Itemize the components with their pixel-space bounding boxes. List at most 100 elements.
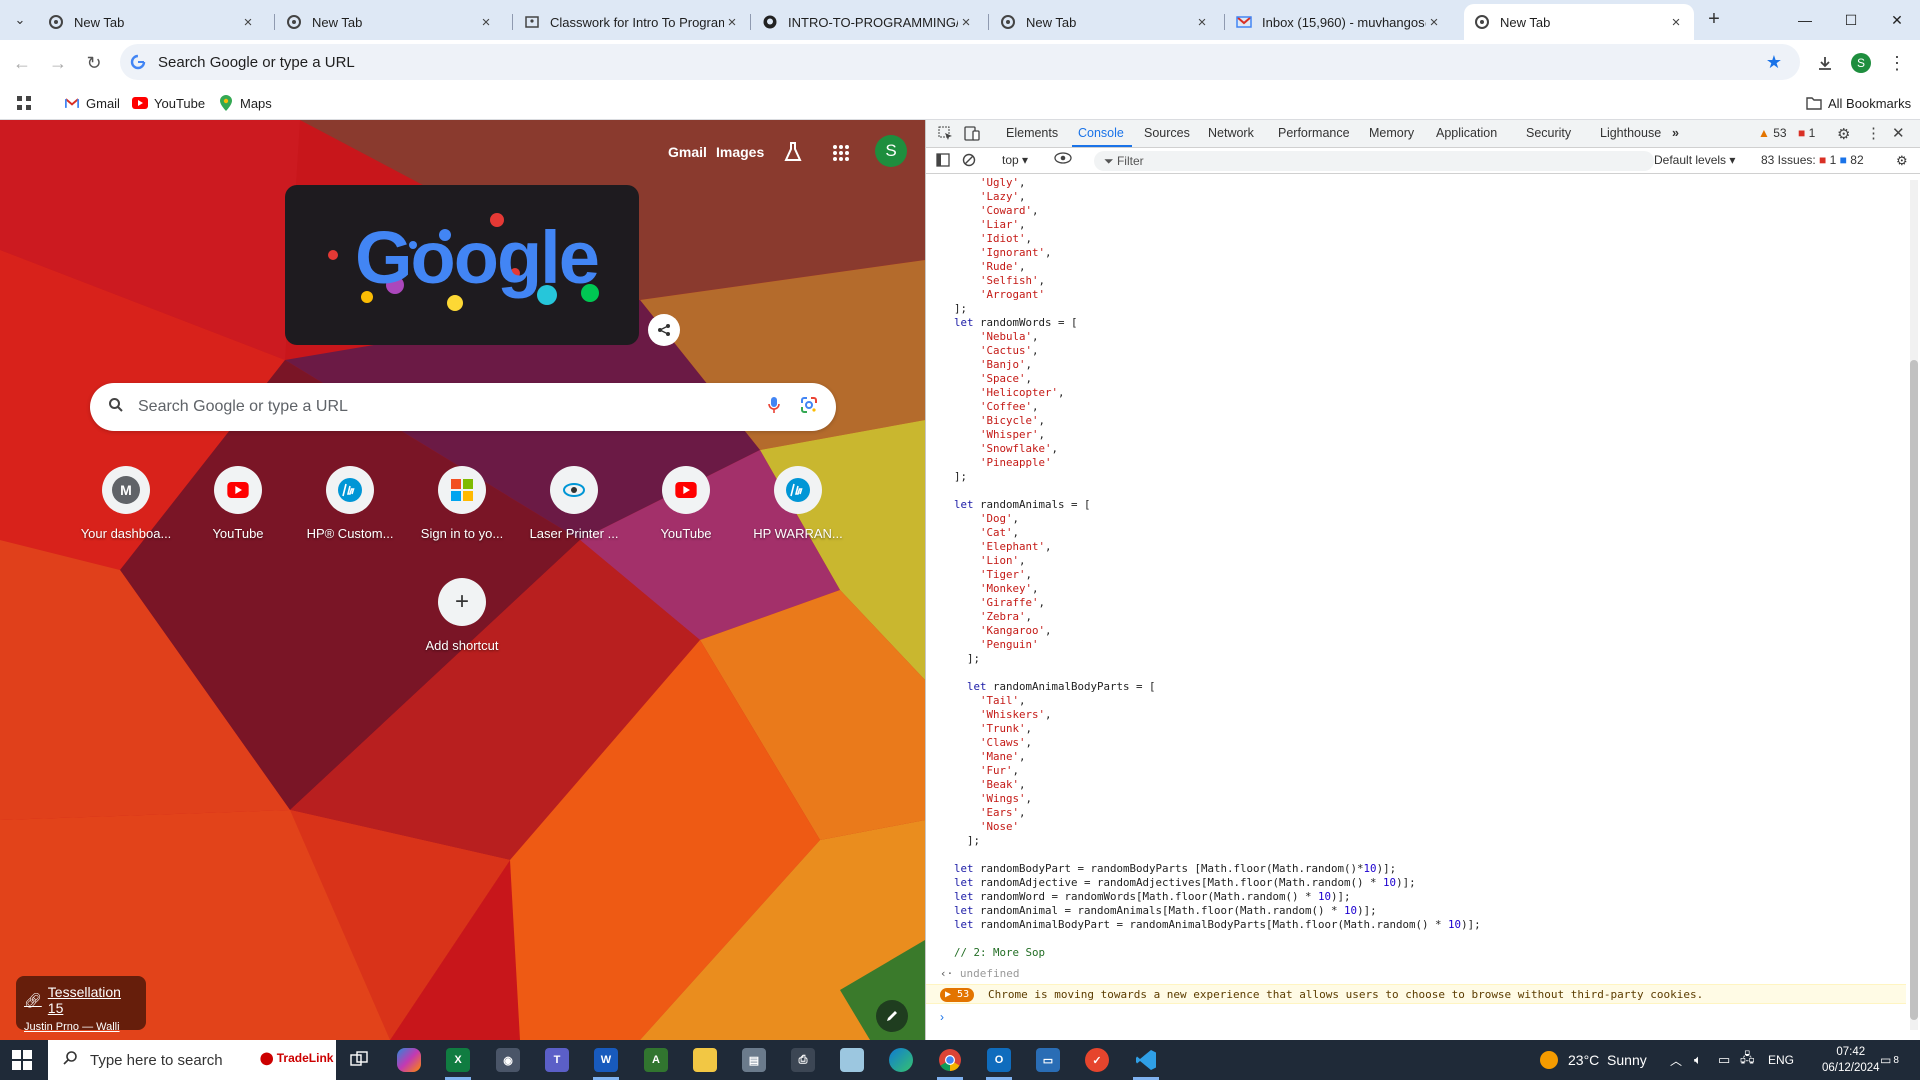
weather-widget[interactable]: 23°C Sunny: [1540, 1040, 1647, 1080]
console-prompt-caret[interactable]: ›: [940, 1010, 944, 1024]
issues-counter[interactable]: 83 Issues: ■ 1 ■ 82: [1761, 153, 1864, 167]
background-attribution[interactable]: 🔗︎ Tessellation 15 Justin Prno — Walli: [16, 976, 146, 1033]
maximize-icon[interactable]: ☐: [1828, 0, 1874, 40]
sidebar-toggle-icon[interactable]: [936, 153, 950, 170]
google-lens-icon[interactable]: [800, 396, 818, 419]
tab[interactable]: New Tab ×: [276, 4, 504, 40]
devtools-tab-console[interactable]: Console: [1078, 126, 1124, 140]
settings-gear-icon[interactable]: ⚙︎: [1837, 125, 1850, 143]
forward-icon[interactable]: →: [46, 51, 70, 75]
close-icon[interactable]: ×: [240, 14, 256, 31]
windows-start-icon[interactable]: [12, 1050, 32, 1070]
add-shortcut-tile[interactable]: + Add shortcut: [406, 578, 518, 668]
tab[interactable]: New Tab ×: [38, 4, 266, 40]
customize-pencil-icon[interactable]: [876, 1000, 908, 1032]
attribution-title[interactable]: 🔗︎ Tessellation 15: [24, 984, 138, 1016]
ntp-images-link[interactable]: Images: [716, 144, 764, 160]
battery-icon[interactable]: ▭: [1718, 1040, 1730, 1080]
project-icon[interactable]: A: [644, 1048, 668, 1072]
devtools-menu-kebab-icon[interactable]: ⋮: [1866, 124, 1881, 142]
shortcut-tile[interactable]: YouTube: [630, 466, 742, 556]
shortcut-tile[interactable]: M Your dashboa...: [70, 466, 182, 556]
ntp-profile-avatar[interactable]: S: [875, 135, 907, 167]
word-icon[interactable]: W: [594, 1048, 618, 1072]
shortcut-tile[interactable]: Sign in to yo...: [406, 466, 518, 556]
shortcut-tile[interactable]: YouTube: [182, 466, 294, 556]
devtools-tab-memory[interactable]: Memory: [1369, 126, 1414, 140]
notifications-icon[interactable]: ▭ 8: [1880, 1040, 1899, 1080]
network-icon[interactable]: 🖧︎: [1740, 1040, 1755, 1080]
taskbar-search-box[interactable]: Type here to search ⬤ TradeLink: [48, 1040, 336, 1080]
bookmark-youtube[interactable]: YouTube: [132, 92, 205, 114]
more-tabs-chevron-icon[interactable]: »: [1672, 126, 1679, 140]
devtools-tab-network[interactable]: Network: [1208, 126, 1254, 140]
antivirus-icon[interactable]: ✓: [1085, 1048, 1109, 1072]
address-bar[interactable]: Search Google or type a URL ★: [120, 44, 1800, 80]
shortcut-tile[interactable]: Laser Printer ...: [518, 466, 630, 556]
devtools-tab-elements[interactable]: Elements: [1006, 126, 1058, 140]
google-apps-icon[interactable]: [832, 144, 850, 167]
devtools-tab-application[interactable]: Application: [1436, 126, 1497, 140]
remote-desktop-icon[interactable]: ▭: [1036, 1048, 1060, 1072]
outlook-icon[interactable]: O: [987, 1048, 1011, 1072]
reload-icon[interactable]: ↻: [82, 51, 106, 75]
tab-active[interactable]: New Tab ×: [1464, 4, 1694, 40]
close-window-icon[interactable]: ✕: [1874, 0, 1920, 40]
close-icon[interactable]: ×: [724, 14, 740, 31]
bookmark-star-icon[interactable]: ★: [1766, 52, 1782, 73]
notepad-icon[interactable]: [840, 1048, 864, 1072]
close-icon[interactable]: ×: [478, 14, 494, 31]
tab[interactable]: INTRO-TO-PROGRAMMING/Jav ×: [752, 4, 984, 40]
voice-search-icon[interactable]: [768, 396, 780, 419]
vscode-icon[interactable]: [1134, 1048, 1158, 1072]
download-icon[interactable]: [1813, 51, 1837, 75]
file-explorer-icon[interactable]: [693, 1048, 717, 1072]
tradelink-icon[interactable]: ⬤ TradeLink: [260, 1051, 333, 1065]
google-doodle[interactable]: Google: [285, 185, 639, 345]
console-warning-row[interactable]: ▶ 53 Chrome is moving towards a new expe…: [926, 984, 1906, 1004]
console-filter-input[interactable]: ⏷ Filter: [1094, 151, 1654, 171]
menu-kebab-icon[interactable]: ⋮: [1885, 51, 1909, 75]
task-view-icon[interactable]: [347, 1048, 371, 1072]
ntp-gmail-link[interactable]: Gmail: [668, 144, 707, 160]
devtools-tab-sources[interactable]: Sources: [1144, 126, 1190, 140]
back-icon[interactable]: ←: [10, 51, 34, 75]
copilot-icon[interactable]: [397, 1048, 421, 1072]
context-selector[interactable]: top ▾: [1002, 153, 1028, 167]
all-bookmarks[interactable]: All Bookmarks: [1806, 92, 1911, 114]
clear-console-icon[interactable]: [962, 153, 976, 170]
attribution-author[interactable]: Justin Prno — Walli: [24, 1021, 138, 1033]
warnings-counter[interactable]: ▲ 53: [1758, 126, 1787, 140]
tab-search-chevron-icon[interactable]: ⌄: [8, 8, 32, 32]
labs-flask-icon[interactable]: [784, 142, 802, 167]
volume-icon[interactable]: 🔈︎: [1694, 1040, 1702, 1080]
scanner-icon[interactable]: ▤: [742, 1048, 766, 1072]
new-tab-button[interactable]: +: [1702, 8, 1726, 32]
share-icon[interactable]: [648, 314, 680, 346]
live-expression-eye-icon[interactable]: [1054, 151, 1072, 168]
devtools-close-icon[interactable]: ✕: [1892, 124, 1905, 142]
shortcut-tile[interactable]: HP WARRAN...: [742, 466, 854, 556]
profile-avatar[interactable]: S: [1849, 51, 1873, 75]
devtools-tab-lighthouse[interactable]: Lighthouse: [1600, 126, 1661, 140]
taskbar-clock[interactable]: 07:42 06/12/2024: [1822, 1044, 1880, 1076]
log-levels-dropdown[interactable]: Default levels ▾: [1654, 153, 1735, 167]
devtools-tab-security[interactable]: Security: [1526, 126, 1571, 140]
chrome-icon[interactable]: [938, 1048, 962, 1072]
tray-chevron-icon[interactable]: ︿: [1670, 1040, 1682, 1080]
close-icon[interactable]: ×: [958, 14, 974, 31]
tab[interactable]: Classwork for Intro To Program ×: [514, 4, 750, 40]
close-icon[interactable]: ×: [1426, 14, 1442, 31]
excel-icon[interactable]: X: [446, 1048, 470, 1072]
device-toolbar-icon[interactable]: [964, 126, 980, 146]
console-scrollbar-thumb[interactable]: [1910, 360, 1918, 1020]
devtools-tab-performance[interactable]: Performance: [1278, 126, 1350, 140]
bookmark-gmail[interactable]: Gmail: [64, 92, 120, 114]
camera-icon[interactable]: ◉: [496, 1048, 520, 1072]
apps-grid-icon[interactable]: [16, 92, 32, 114]
printer-icon[interactable]: ⎙: [791, 1048, 815, 1072]
close-icon[interactable]: ×: [1668, 14, 1684, 31]
minimize-icon[interactable]: —: [1782, 0, 1828, 40]
teams-icon[interactable]: T: [545, 1048, 569, 1072]
edge-icon[interactable]: [889, 1048, 913, 1072]
